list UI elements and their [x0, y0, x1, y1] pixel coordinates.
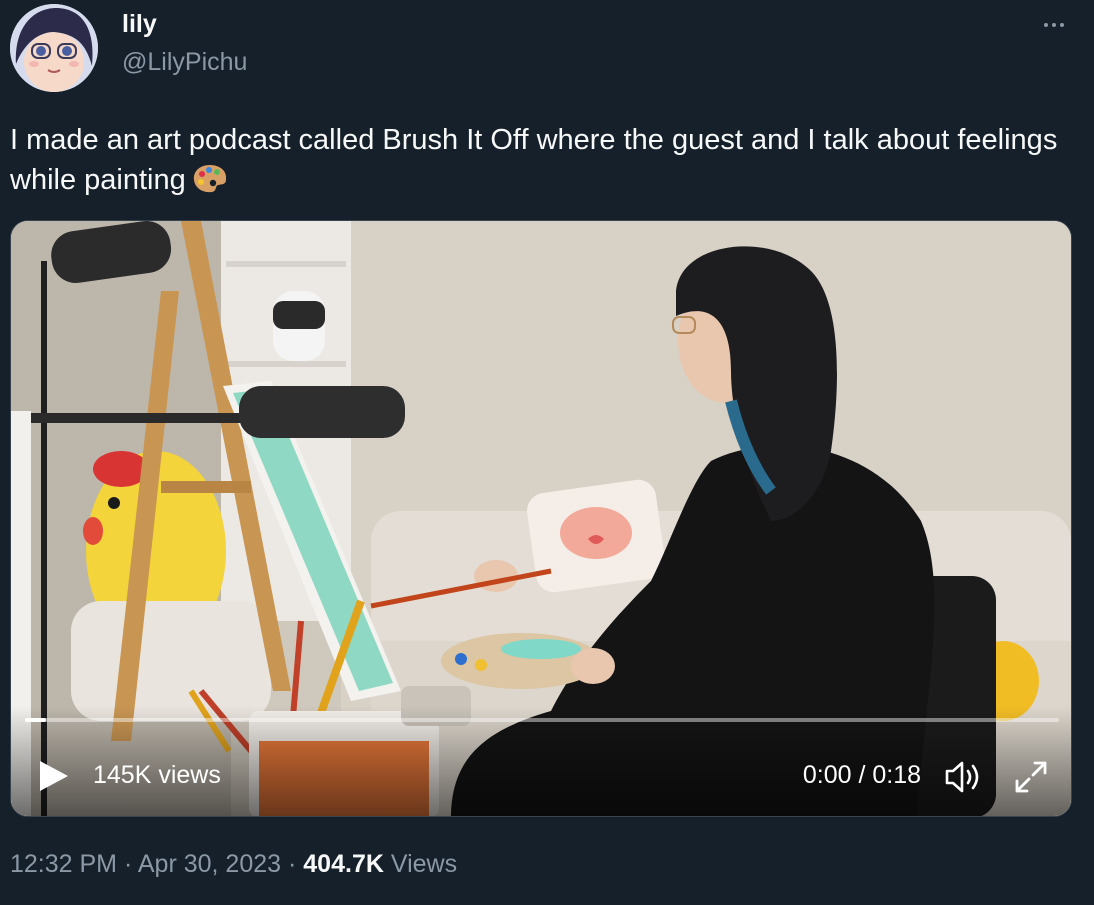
play-button[interactable] — [37, 759, 71, 793]
play-icon — [40, 761, 68, 791]
fullscreen-button[interactable] — [1011, 757, 1051, 797]
tweet-time[interactable]: 12:32 PM — [10, 850, 117, 878]
artist-palette-icon — [192, 163, 228, 206]
tweet-text: I made an art podcast called Brush It Of… — [10, 120, 1060, 206]
tweet-views-label: Views — [390, 850, 458, 878]
more-dots-icon-3 — [1060, 23, 1064, 27]
tweet-date[interactable]: Apr 30, 2023 — [138, 850, 281, 878]
video-progress-bar[interactable] — [25, 718, 1059, 722]
speaker-muted-icon — [945, 761, 979, 793]
video-progress-fill — [25, 718, 46, 722]
author-name[interactable]: lily — [122, 10, 157, 39]
avatar-image — [10, 4, 98, 92]
tweet-body: I made an art podcast called Brush It Of… — [10, 124, 1058, 196]
avatar[interactable] — [10, 4, 98, 92]
tweet: lily @LilyPichu I made an art podcast ca… — [0, 0, 1094, 905]
tweet-views-count[interactable]: 404.7K — [303, 850, 384, 878]
meta-separator-2: · — [288, 850, 297, 878]
more-options-button[interactable] — [1032, 10, 1076, 40]
more-dots-icon — [1044, 23, 1048, 27]
more-dots-icon-2 — [1052, 23, 1056, 27]
expand-icon — [1015, 761, 1047, 793]
tweet-meta: 12:32 PM · Apr 30, 2023 · 404.7K Views — [10, 850, 457, 879]
author-handle[interactable]: @LilyPichu — [122, 48, 247, 77]
video-player[interactable]: 145K views 0:00 / 0:18 — [10, 220, 1072, 817]
meta-separator: · — [123, 850, 133, 878]
volume-button[interactable] — [943, 759, 983, 795]
video-view-count: 145K views — [93, 761, 221, 789]
video-timestamp: 0:00 / 0:18 — [802, 761, 921, 789]
